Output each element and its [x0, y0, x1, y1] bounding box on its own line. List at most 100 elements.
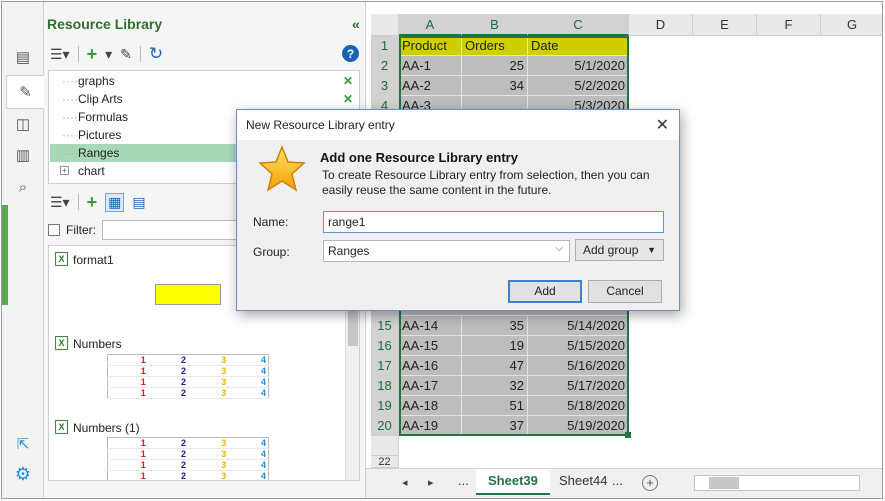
scrollbar-thumb[interactable] — [709, 477, 739, 489]
delete-icon[interactable]: ✕ — [343, 72, 353, 90]
cell[interactable]: 5/18/2020 — [528, 396, 629, 416]
tab-sheet39[interactable]: Sheet39 — [476, 469, 550, 495]
sheet-overflow-right[interactable]: ... — [608, 469, 627, 495]
external-link-icon[interactable]: ⇱ — [10, 432, 36, 456]
column-header-a[interactable]: A — [399, 14, 462, 36]
add-group-button[interactable]: Add group ▼ — [575, 239, 664, 261]
thumbnail-view-icon[interactable]: ▦ — [105, 192, 125, 212]
row-header[interactable]: 19 — [371, 396, 399, 416]
gallery-item-label[interactable]: format1 — [73, 253, 114, 267]
cell[interactable]: 5/2/2020 — [528, 76, 629, 96]
workbook-icon[interactable]: ▤ — [10, 45, 36, 69]
cell[interactable]: 37 — [462, 416, 528, 436]
pane-splitter[interactable] — [2, 205, 8, 305]
settings-icon[interactable]: ⚙ — [10, 462, 36, 486]
star-icon — [258, 144, 306, 192]
add-sheet-icon[interactable]: + — [642, 475, 658, 491]
tree-item-label: chart — [78, 164, 105, 178]
tree-item-graphs[interactable]: ···· graphs ✕ — [50, 72, 359, 90]
new-entry-dialog: New Resource Library entry ✕ Add one Res… — [236, 109, 680, 311]
numbers-preview[interactable]: 1234 1234 1234 1234 — [107, 354, 269, 399]
add-dropdown-icon[interactable]: ▾ — [105, 46, 112, 63]
column-header-e[interactable]: E — [693, 14, 757, 36]
resource-library-icon[interactable]: ✎ — [6, 75, 44, 109]
delete-icon[interactable]: ✕ — [343, 90, 353, 108]
cell[interactable]: 5/17/2020 — [528, 376, 629, 396]
find-icon[interactable]: ⌕ — [10, 175, 36, 199]
column-header-d[interactable]: D — [629, 14, 693, 36]
row-header[interactable]: 20 — [371, 416, 399, 436]
cell[interactable]: 47 — [462, 356, 528, 376]
cell[interactable]: 19 — [462, 336, 528, 356]
close-icon[interactable]: ✕ — [656, 115, 669, 135]
row-header[interactable]: 15 — [371, 316, 399, 336]
cell[interactable]: AA-17 — [399, 376, 462, 396]
expand-icon[interactable]: + — [60, 166, 69, 175]
cell[interactable]: 5/1/2020 — [528, 56, 629, 76]
add-button[interactable]: Add — [508, 280, 582, 303]
layers-icon[interactable]: ◫ — [10, 112, 36, 136]
toolbar-separator — [77, 194, 79, 210]
cell[interactable]: 5/14/2020 — [528, 316, 629, 336]
cell[interactable]: 51 — [462, 396, 528, 416]
group-select[interactable]: Ranges ⌵ — [323, 240, 570, 262]
cell[interactable]: 32 — [462, 376, 528, 396]
cell[interactable]: AA-15 — [399, 336, 462, 356]
scrollbar-thumb[interactable] — [348, 306, 358, 346]
next-sheet-icon[interactable]: ▸ — [428, 476, 434, 489]
cell[interactable]: 34 — [462, 76, 528, 96]
filter-checkbox[interactable] — [48, 224, 60, 236]
cell[interactable]: AA-1 — [399, 56, 462, 76]
numbers-preview[interactable]: 1234 1234 1234 1234 — [107, 437, 269, 480]
cell[interactable]: 5/16/2020 — [528, 356, 629, 376]
name-field[interactable]: range1 — [323, 211, 664, 233]
dialog-heading: Add one Resource Library entry — [320, 150, 518, 165]
row-header[interactable]: 17 — [371, 356, 399, 376]
row-header[interactable]: 2 — [371, 56, 399, 76]
row-header[interactable]: 18 — [371, 376, 399, 396]
help-icon[interactable]: ? — [342, 45, 359, 62]
cell[interactable]: 35 — [462, 316, 528, 336]
tree-item-clip-arts[interactable]: ···· Clip Arts ✕ — [50, 90, 359, 108]
tree-connector: ···· — [62, 110, 78, 124]
format-preview[interactable] — [155, 284, 221, 305]
collapse-icon[interactable]: « — [352, 16, 360, 32]
add-icon[interactable]: + — [87, 44, 98, 65]
cell[interactable]: Orders — [462, 36, 528, 56]
column-header-g[interactable]: G — [821, 14, 882, 36]
row-header[interactable]: 16 — [371, 336, 399, 356]
column-header-b[interactable]: B — [462, 14, 528, 36]
cell[interactable]: 5/15/2020 — [528, 336, 629, 356]
add-icon[interactable]: + — [87, 192, 98, 213]
row-header[interactable] — [371, 436, 399, 456]
column-header-f[interactable]: F — [757, 14, 821, 36]
gallery-item-label[interactable]: Numbers — [73, 337, 122, 351]
columns-icon[interactable]: ▥ — [10, 143, 36, 167]
cell[interactable]: 25 — [462, 56, 528, 76]
select-all-corner[interactable] — [371, 14, 399, 36]
excel-icon: X — [55, 420, 68, 434]
row-header[interactable]: 22 — [371, 456, 399, 468]
edit-icon[interactable]: ✎ — [120, 46, 132, 63]
gallery-item-label[interactable]: Numbers (1) — [73, 421, 140, 435]
cell[interactable]: Product — [399, 36, 462, 56]
cell[interactable]: AA-14 — [399, 316, 462, 336]
list-view-icon[interactable]: ▤ — [132, 194, 145, 211]
horizontal-scrollbar[interactable] — [694, 475, 860, 491]
column-header-c[interactable]: C — [528, 14, 629, 36]
row-header[interactable]: 1 — [371, 36, 399, 56]
cell[interactable]: AA-16 — [399, 356, 462, 376]
dialog-description: To create Resource Library entry from se… — [322, 168, 650, 197]
cell[interactable]: Date — [528, 36, 629, 56]
cancel-button[interactable]: Cancel — [588, 280, 662, 303]
prev-sheet-icon[interactable]: ◂ — [402, 476, 408, 489]
row-header[interactable]: 3 — [371, 76, 399, 96]
tree-item-label: graphs — [78, 74, 115, 88]
refresh-icon[interactable]: ↻ — [149, 44, 163, 64]
menu-icon[interactable]: ☰▾ — [50, 46, 70, 63]
menu-icon[interactable]: ☰▾ — [50, 194, 70, 211]
cell[interactable]: AA-18 — [399, 396, 462, 416]
cell[interactable]: AA-19 — [399, 416, 462, 436]
cell[interactable]: 5/19/2020 — [528, 416, 629, 436]
cell[interactable]: AA-2 — [399, 76, 462, 96]
